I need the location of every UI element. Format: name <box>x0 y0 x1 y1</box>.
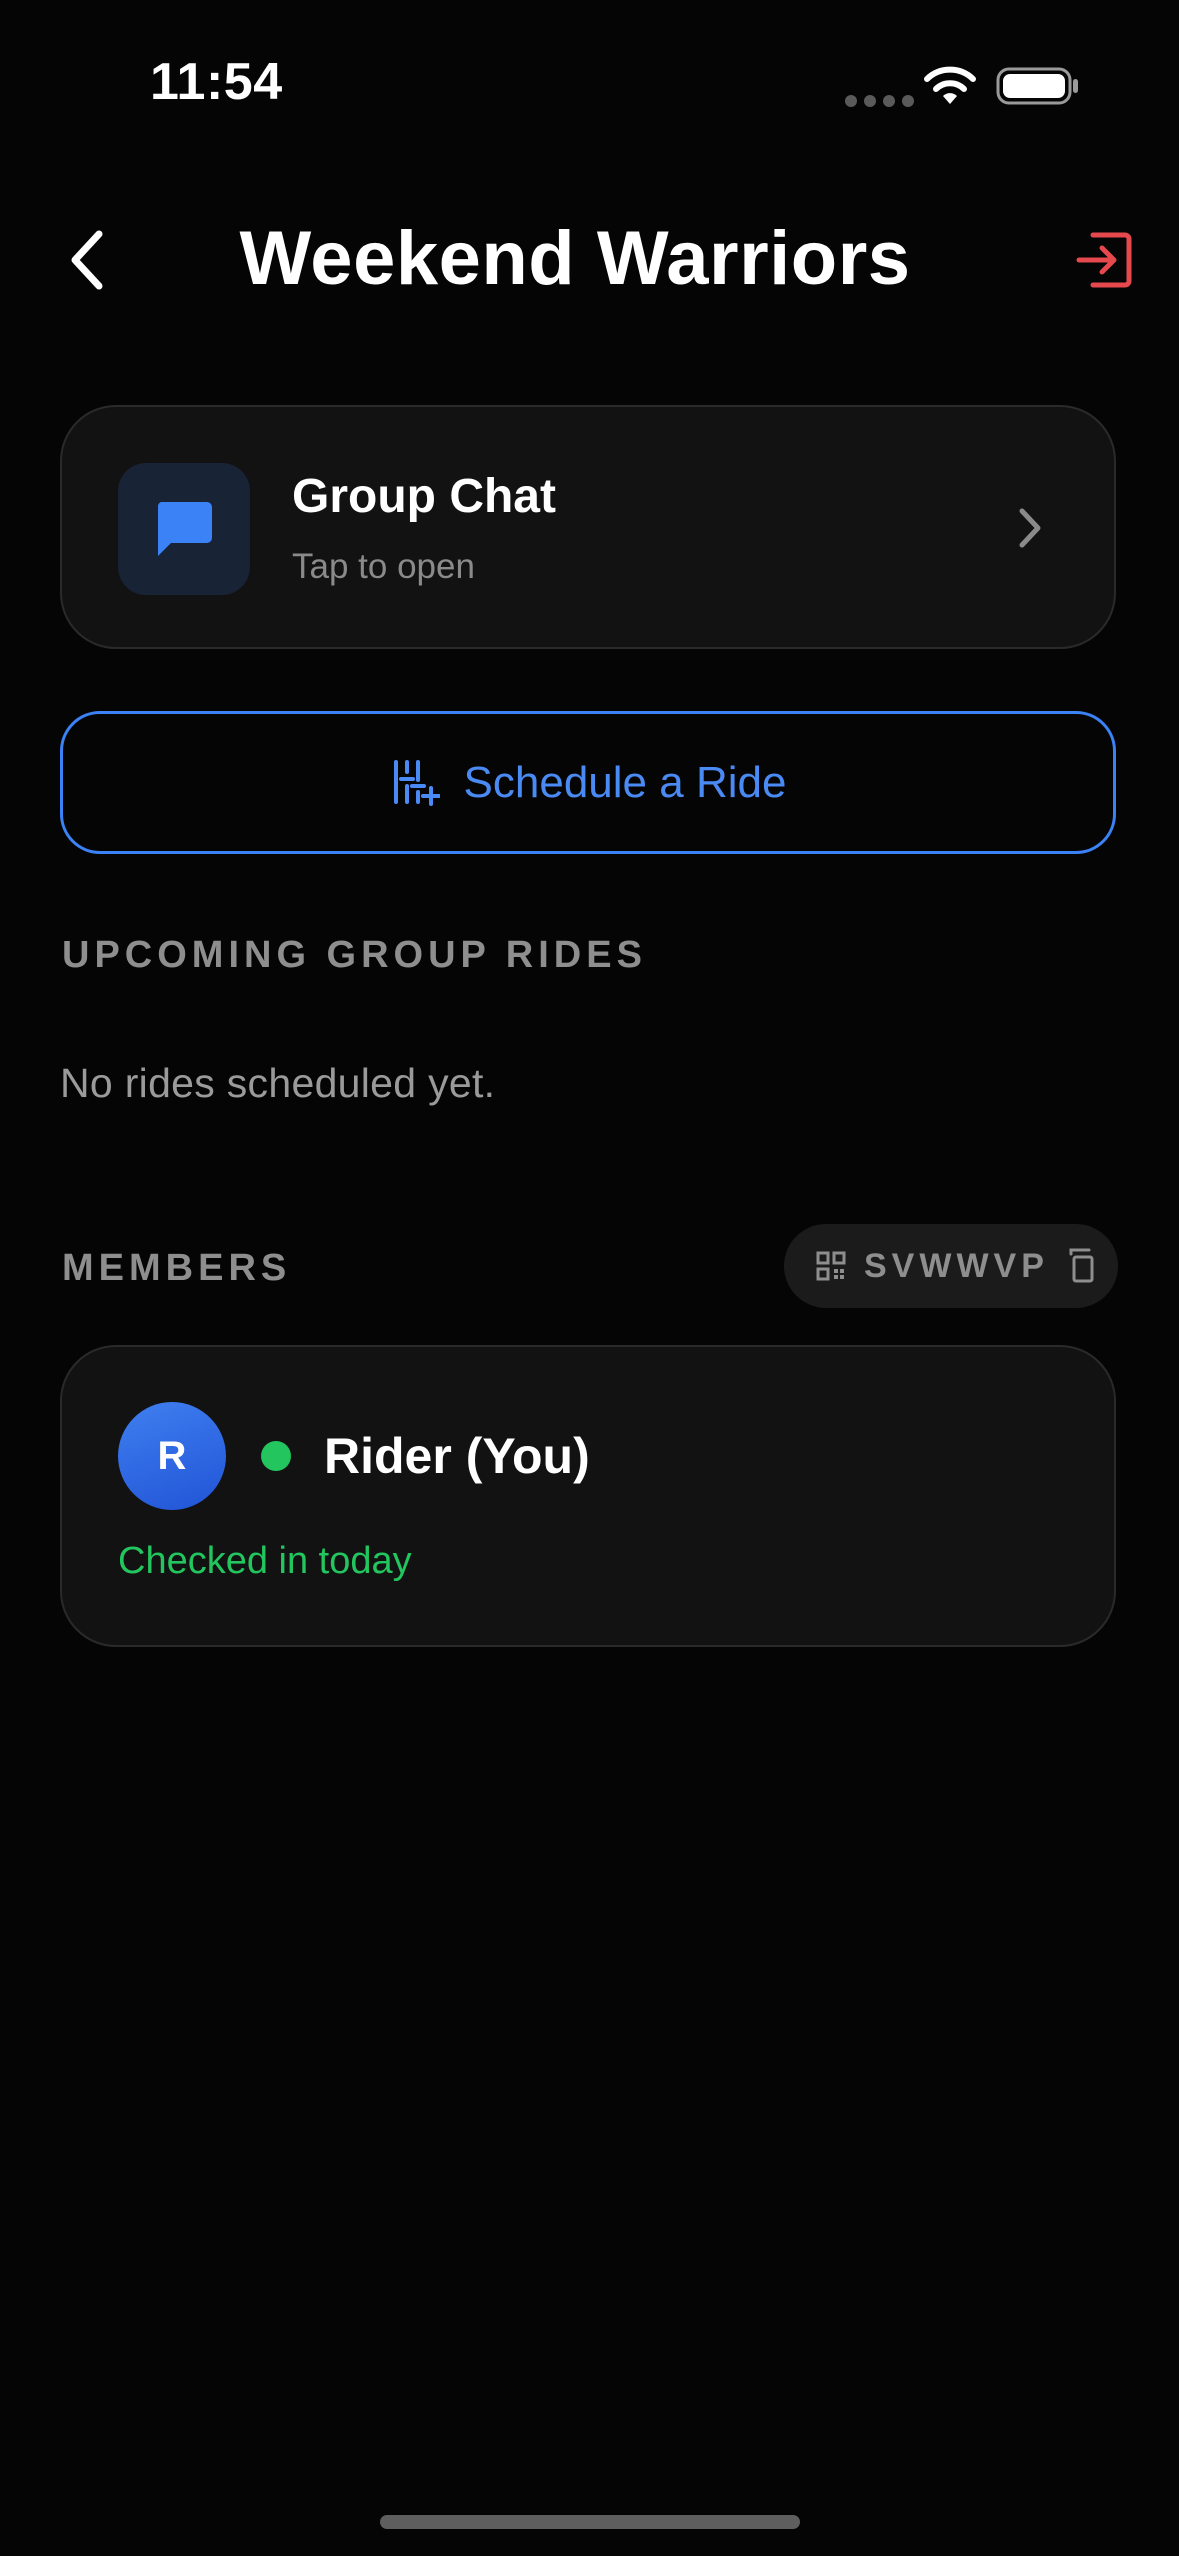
signal-dots-icon <box>845 95 914 107</box>
chat-icon-container <box>118 463 250 595</box>
leave-group-button[interactable] <box>1072 228 1136 292</box>
status-bar: 11:54 <box>0 0 1179 170</box>
schedule-ride-label: Schedule a Ride <box>463 757 787 807</box>
avatar: R <box>118 1402 226 1510</box>
chat-bubble-icon <box>157 502 212 556</box>
group-chat-title: Group Chat <box>292 470 556 523</box>
home-indicator[interactable] <box>380 2515 800 2529</box>
group-chat-subtitle: Tap to open <box>292 547 475 586</box>
group-chat-card[interactable]: Group Chat Tap to open <box>60 405 1116 649</box>
battery-icon <box>996 67 1078 105</box>
member-check-in-status: Checked in today <box>118 1540 412 1582</box>
invite-code-pill[interactable]: SVWWVP <box>784 1224 1118 1308</box>
members-heading: MEMBERS <box>62 1247 292 1289</box>
upcoming-rides-heading: UPCOMING GROUP RIDES <box>62 934 647 976</box>
wifi-icon <box>924 66 976 104</box>
chevron-right-icon <box>1019 508 1041 548</box>
member-name: Rider (You) <box>324 1428 590 1484</box>
invite-code: SVWWVP <box>864 1246 1049 1285</box>
status-time: 11:54 <box>150 53 283 111</box>
schedule-sliders-icon <box>393 759 440 806</box>
schedule-ride-button[interactable]: Schedule a Ride <box>60 711 1116 854</box>
exit-icon <box>1076 232 1132 288</box>
copy-icon <box>1069 1248 1094 1283</box>
member-card[interactable]: R Rider (You) Checked in today <box>60 1345 1116 1647</box>
page-title: Weekend Warriors <box>239 216 911 301</box>
online-status-dot <box>261 1441 291 1471</box>
empty-rides-message: No rides scheduled yet. <box>60 1060 496 1106</box>
qr-code-icon <box>816 1251 846 1281</box>
